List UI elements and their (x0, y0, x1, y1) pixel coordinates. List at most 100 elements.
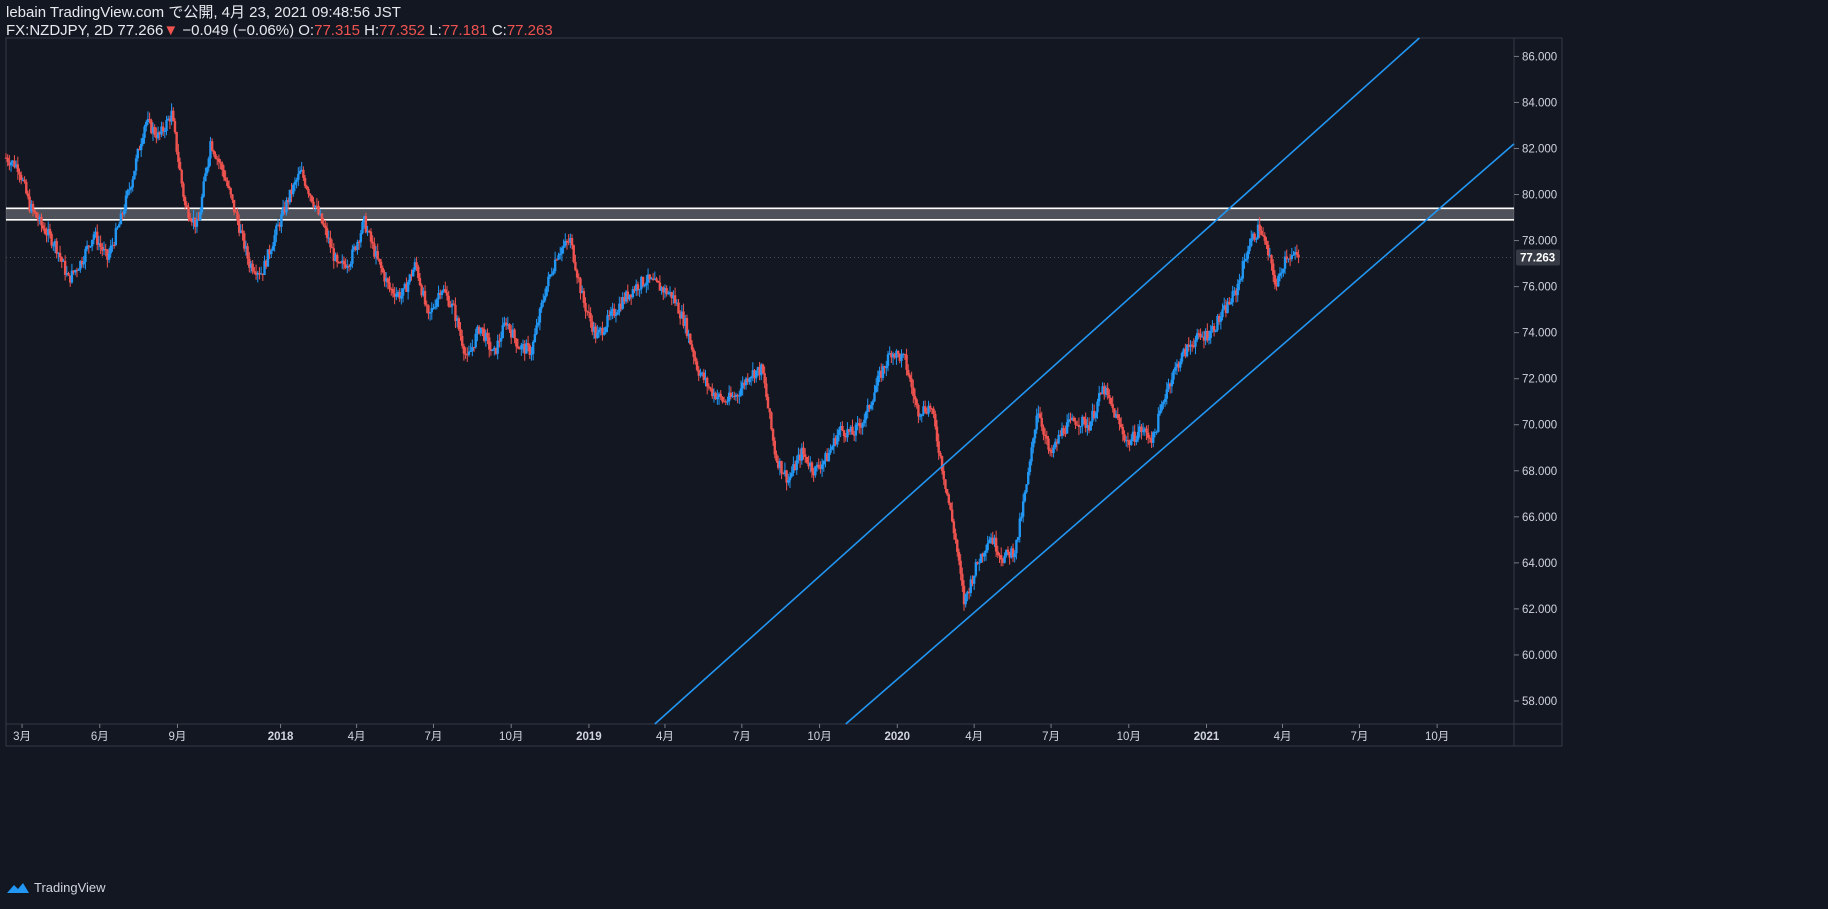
last-price-label: 77.263 (1520, 253, 1555, 265)
candle-down (709, 387, 712, 389)
candle-down (369, 231, 373, 242)
candle-down (457, 318, 461, 330)
candle-up (280, 214, 283, 227)
candle-down (940, 456, 944, 471)
candle-down (418, 278, 422, 286)
candle-down (1045, 436, 1049, 439)
candle-up (433, 306, 437, 308)
candle-down (386, 278, 390, 283)
candle-up (1013, 553, 1016, 558)
candle-down (950, 509, 954, 522)
candle-up (496, 340, 499, 354)
candle-down (579, 278, 582, 294)
candle-up (1079, 426, 1082, 428)
candle-up (609, 311, 613, 316)
candle-up (874, 385, 878, 393)
candle-up (533, 334, 537, 342)
resistance-zone[interactable] (6, 207, 1514, 221)
candle-down (486, 332, 489, 338)
candle-up (1030, 447, 1033, 462)
candle-up (1158, 410, 1162, 414)
candle-down (1048, 449, 1052, 452)
candle-up (596, 332, 599, 339)
price-chart[interactable]: 58.000 60.000 62.000 64.000 66.000 68.000 70.0… (0, 0, 1828, 909)
candle-up (900, 354, 903, 361)
candle-down (364, 216, 368, 233)
candle-down (212, 150, 216, 155)
candle-up (1020, 516, 1023, 519)
candle-up (1025, 484, 1028, 493)
candle-down (1263, 235, 1266, 241)
candle-down (692, 349, 695, 358)
candle-up (739, 388, 743, 396)
candle-down (67, 273, 70, 276)
candle-up (136, 148, 139, 159)
time-tick-label: 7月 (733, 731, 751, 743)
candle-down (526, 343, 530, 346)
candle-up (1238, 280, 1241, 284)
candle-down (1111, 404, 1114, 409)
candle-up (361, 222, 364, 234)
time-tick-label: 6月 (91, 731, 109, 743)
candle-up (978, 562, 981, 564)
candle-up (1032, 438, 1035, 448)
candle-down (172, 110, 175, 121)
candle-up (1135, 439, 1138, 442)
candle-up (531, 341, 535, 355)
trend-channel[interactable] (654, 37, 1515, 725)
candle-up (861, 423, 864, 428)
candle-down (188, 217, 192, 221)
candle-down (842, 430, 846, 436)
candle-up (1243, 260, 1246, 262)
candle-down (961, 573, 964, 586)
candle-down (817, 464, 820, 468)
candle-down (770, 412, 773, 430)
price-tick-label: 58.000 (1522, 696, 1557, 708)
candle-down (952, 521, 956, 534)
price-axis[interactable]: 58.000 60.000 62.000 64.000 66.000 68.000 70.0… (1514, 51, 1560, 708)
candle-up (395, 293, 398, 297)
candle-up (1035, 415, 1038, 430)
candle-down (210, 141, 214, 151)
time-tick-label: 4月 (965, 731, 983, 743)
candle-up (356, 241, 359, 250)
candle-down (905, 354, 908, 370)
candle-up (1170, 379, 1174, 387)
candle-up (972, 575, 976, 584)
candle-up (119, 213, 123, 225)
time-axis[interactable]: 3月 6月 9月 2018 4月 7月 10月 2019 4月 7月 10月 2020 4月 7月 10月 2… (13, 724, 1449, 743)
candle-up (986, 543, 989, 551)
candle-up (401, 288, 405, 296)
candle-down (761, 364, 765, 374)
candle-down (232, 199, 236, 212)
candle-up (1094, 412, 1098, 418)
candle-down (956, 539, 959, 552)
footer-brand[interactable]: TradingView (6, 880, 106, 895)
candle-up (1219, 317, 1223, 322)
candle-down (945, 489, 949, 495)
chart-border (5, 37, 1563, 747)
candle-up (491, 349, 494, 351)
candle-down (378, 258, 381, 262)
candle-down (841, 425, 844, 431)
candle-up (1027, 472, 1030, 485)
candle-down (317, 205, 320, 215)
candle-up (552, 271, 555, 275)
candle-up (553, 259, 557, 272)
candle-up (530, 354, 533, 356)
time-tick-label: 10月 (1117, 731, 1141, 743)
candle-up (501, 325, 504, 338)
candle-down (381, 267, 384, 273)
candle-up (134, 158, 138, 171)
candle-down (48, 228, 52, 234)
candle-down (765, 383, 768, 397)
candle-up (195, 219, 199, 227)
price-tick-label: 82.000 (1522, 143, 1557, 155)
candle-up (795, 460, 798, 471)
candle-down (461, 335, 464, 346)
candle-up (145, 121, 148, 127)
candle-down (335, 254, 339, 263)
candle-up (1241, 261, 1245, 279)
price-tick-label: 80.000 (1522, 190, 1557, 202)
candle-down (96, 231, 99, 245)
